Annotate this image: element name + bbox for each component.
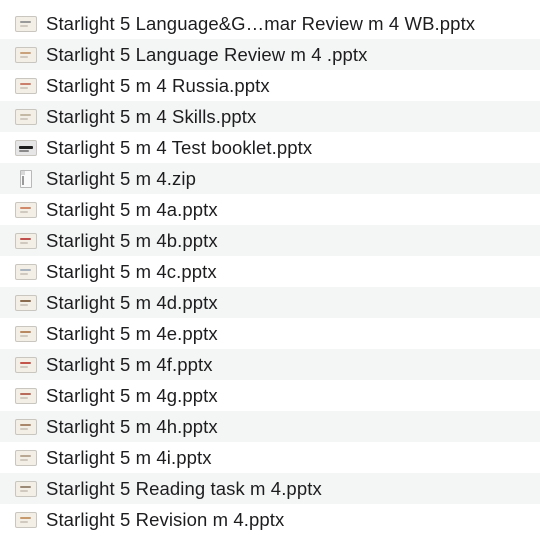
file-name: Starlight 5 m 4 Russia.pptx: [46, 75, 270, 96]
pptx-thumbnail-icon: [15, 449, 37, 466]
file-name: Starlight 5 m 4a.pptx: [46, 199, 218, 220]
file-name: Starlight 5 Reading task m 4.pptx: [46, 478, 322, 499]
file-row[interactable]: Starlight 5 Language&G…mar Review m 4 WB…: [0, 8, 540, 39]
file-name: Starlight 5 m 4e.pptx: [46, 323, 218, 344]
file-name: Starlight 5 m 4 Test booklet.pptx: [46, 137, 313, 158]
pptx-thumbnail-icon: [15, 77, 37, 94]
file-name: Starlight 5 m 4g.pptx: [46, 385, 218, 406]
file-row[interactable]: Starlight 5 m 4 Test booklet.pptx: [0, 132, 540, 163]
file-name: Starlight 5 Language Review m 4 .pptx: [46, 44, 368, 65]
file-row[interactable]: Starlight 5 m 4d.pptx: [0, 287, 540, 318]
pptx-thumbnail-icon: [15, 294, 37, 311]
file-name: Starlight 5 Language&G…mar Review m 4 WB…: [46, 13, 476, 34]
file-row[interactable]: Starlight 5 m 4h.pptx: [0, 411, 540, 442]
file-row[interactable]: Starlight 5 Language Review m 4 .pptx: [0, 39, 540, 70]
zip-file-icon: [20, 169, 32, 188]
pptx-thumbnail-icon: [15, 263, 37, 280]
file-row[interactable]: Starlight 5 m 4 Skills.pptx: [0, 101, 540, 132]
pptx-thumbnail-icon: [15, 139, 37, 156]
pptx-thumbnail-icon: [15, 356, 37, 373]
file-row[interactable]: Starlight 5 m 4f.pptx: [0, 349, 540, 380]
file-row[interactable]: Starlight 5 m 4b.pptx: [0, 225, 540, 256]
file-name: Starlight 5 m 4 Skills.pptx: [46, 106, 257, 127]
pptx-thumbnail-icon: [15, 232, 37, 249]
pptx-thumbnail-icon: [15, 201, 37, 218]
file-row[interactable]: Starlight 5 m 4i.pptx: [0, 442, 540, 473]
pptx-thumbnail-icon: [15, 15, 37, 32]
file-row[interactable]: Starlight 5 Reading task m 4.pptx: [0, 473, 540, 504]
pptx-thumbnail-icon: [15, 418, 37, 435]
file-row[interactable]: Starlight 5 m 4a.pptx: [0, 194, 540, 225]
file-row[interactable]: Starlight 5 m 4 Russia.pptx: [0, 70, 540, 101]
file-name: Starlight 5 m 4d.pptx: [46, 292, 218, 313]
pptx-thumbnail-icon: [15, 108, 37, 125]
pptx-thumbnail-icon: [15, 480, 37, 497]
file-name: Starlight 5 Revision m 4.pptx: [46, 509, 285, 530]
file-row[interactable]: Starlight 5 m 4e.pptx: [0, 318, 540, 349]
pptx-thumbnail-icon: [15, 46, 37, 63]
pptx-thumbnail-icon: [15, 325, 37, 342]
file-name: Starlight 5 m 4.zip: [46, 168, 196, 189]
file-row[interactable]: Starlight 5 Revision m 4.pptx: [0, 504, 540, 535]
file-row[interactable]: Starlight 5 m 4.zip: [0, 163, 540, 194]
file-name: Starlight 5 m 4h.pptx: [46, 416, 218, 437]
pptx-thumbnail-icon: [15, 387, 37, 404]
file-row[interactable]: Starlight 5 m 4c.pptx: [0, 256, 540, 287]
file-name: Starlight 5 m 4b.pptx: [46, 230, 218, 251]
pptx-thumbnail-icon: [15, 511, 37, 528]
file-list: Starlight 5 Language&G…mar Review m 4 WB…: [0, 8, 540, 535]
file-name: Starlight 5 m 4f.pptx: [46, 354, 213, 375]
file-row[interactable]: Starlight 5 m 4g.pptx: [0, 380, 540, 411]
file-name: Starlight 5 m 4c.pptx: [46, 261, 217, 282]
file-name: Starlight 5 m 4i.pptx: [46, 447, 212, 468]
